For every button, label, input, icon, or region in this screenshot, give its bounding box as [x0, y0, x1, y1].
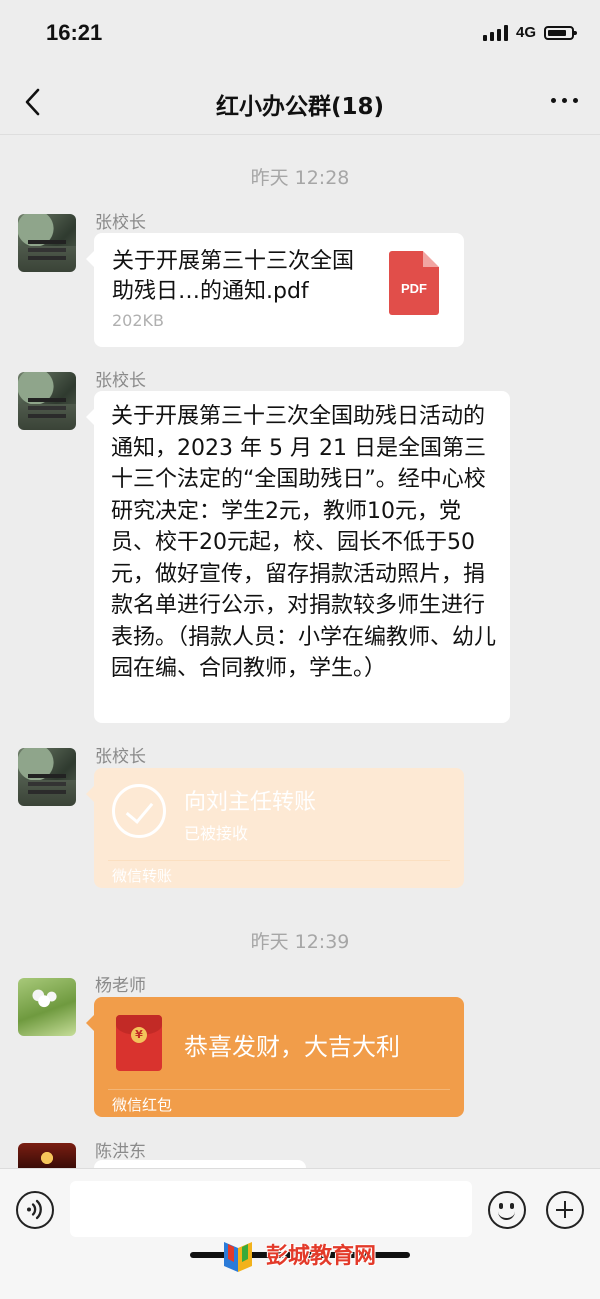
battery-icon — [544, 25, 577, 40]
red-packet-footer: 微信红包 — [112, 1096, 173, 1114]
avatar[interactable] — [18, 978, 76, 1036]
book-logo-icon — [224, 1242, 252, 1272]
red-packet-title: 恭喜发财，大吉大利 — [184, 1033, 400, 1061]
coin-icon: ¥ — [131, 1027, 147, 1043]
transfer-status: 已被接收 — [184, 824, 249, 843]
status-time: 16:21 — [46, 20, 103, 45]
network-label: 4G — [515, 24, 536, 41]
voice-icon — [27, 1199, 42, 1220]
avatar[interactable] — [18, 214, 76, 272]
more-dots-icon — [551, 98, 556, 103]
sender-name: 张校长 — [95, 213, 146, 233]
file-size: 202KB — [112, 311, 165, 330]
signal-icon — [482, 24, 508, 41]
transfer-message[interactable]: 向刘主任转账 已被接收 微信转账 — [86, 768, 464, 888]
chat-title: 红小办公群(18) — [215, 94, 385, 120]
watermark: 彭城教育网 — [190, 1232, 410, 1280]
sender-name: 陈洪东 — [95, 1142, 146, 1162]
watermark-text: 彭城教育网 — [266, 1244, 377, 1269]
more-button[interactable] — [551, 98, 578, 103]
sender-name: 张校长 — [95, 747, 146, 767]
time-separator: 昨天 12:39 — [250, 931, 350, 953]
avatar[interactable] — [18, 748, 76, 806]
check-circle-icon — [112, 784, 166, 838]
sender-name: 张校长 — [95, 371, 146, 391]
message-text: 关于开展第三十三次全国助残日活动的通知，2023 年 5 月 21 日是全国第三… — [111, 404, 497, 681]
text-message[interactable]: 关于开展第三十三次全国助残日活动的通知，2023 年 5 月 21 日是全国第三… — [86, 391, 510, 723]
red-packet-icon: ¥ — [116, 1015, 162, 1071]
more-actions-button[interactable] — [546, 1191, 584, 1229]
file-name: 关于开展第三十三次全国助残日…的通知.pdf — [112, 249, 355, 304]
nav-bar: 红小办公群(18) — [0, 70, 600, 135]
divider — [108, 1089, 450, 1090]
time-separator: 昨天 12:28 — [250, 167, 350, 189]
pdf-label: PDF — [401, 281, 427, 296]
status-icons: 4G — [482, 24, 577, 41]
pdf-file-icon: PDF — [389, 251, 439, 315]
file-message[interactable]: 关于开展第三十三次全国助残日…的通知.pdf 202KB PDF — [86, 233, 464, 347]
red-packet-message[interactable]: ¥ 恭喜发财，大吉大利 微信红包 — [86, 997, 464, 1117]
avatar[interactable] — [18, 1143, 76, 1168]
avatar[interactable] — [18, 372, 76, 430]
emoji-button[interactable] — [488, 1191, 526, 1229]
transfer-title: 向刘主任转账 — [184, 790, 317, 815]
message-input[interactable] — [70, 1181, 472, 1237]
status-bar: 16:21 4G — [0, 0, 600, 70]
transfer-footer: 微信转账 — [112, 867, 173, 885]
voice-button[interactable] — [16, 1191, 54, 1229]
sender-name: 杨老师 — [95, 976, 146, 996]
divider — [108, 860, 450, 861]
